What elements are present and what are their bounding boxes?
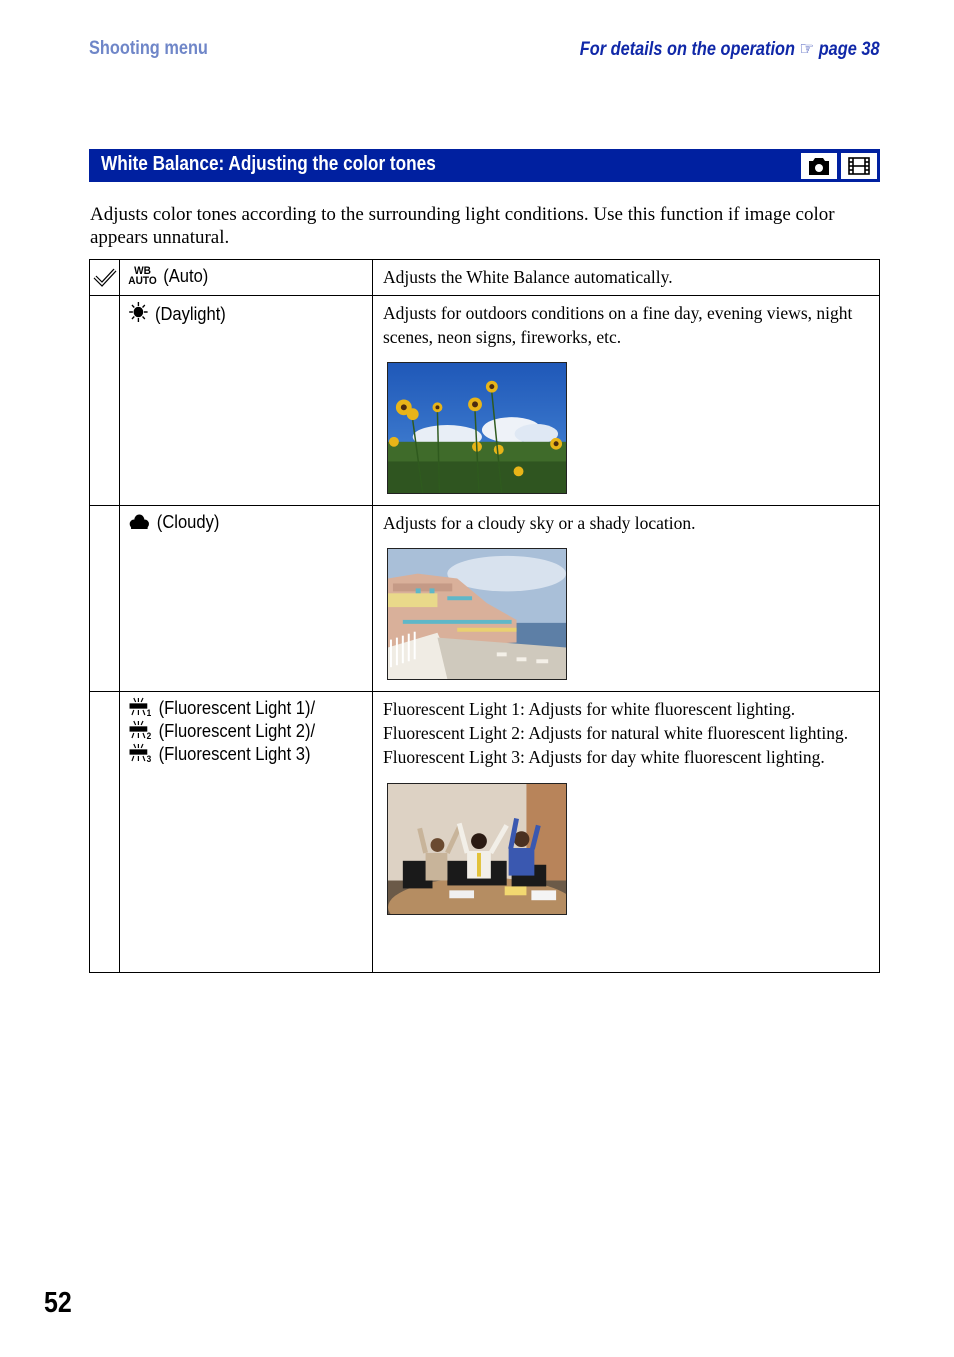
setting-description: Adjusts for a cloudy sky or a shady loca… — [383, 513, 696, 533]
crossref-text: For details on the operation — [580, 39, 796, 60]
setting-label: (Daylight) — [154, 304, 226, 324]
description-cell: Fluorescent Light 1: Adjusts for white f… — [372, 691, 880, 973]
section-banner: White Balance: Adjusting the color tones — [89, 149, 880, 182]
camera-still-mode-icon — [801, 153, 837, 179]
setting-label: (Auto) — [163, 266, 209, 286]
svg-text:1: 1 — [147, 708, 152, 717]
setting-label: (Fluorescent Light 3) — [158, 744, 311, 764]
setting-label: (Fluorescent Light 1)/ — [158, 698, 316, 718]
pointing-hand-icon: ☞ — [799, 39, 815, 60]
setting-description: Fluorescent Light 2: Adjusts for natural… — [383, 723, 849, 743]
sunflowers-photo — [387, 362, 567, 494]
setting-description: Fluorescent Light 1: Adjusts for white f… — [383, 699, 796, 719]
setting-description: Adjusts for outdoors conditions on a fin… — [383, 303, 853, 347]
checkmark-icon — [93, 268, 117, 287]
crossref-page: page 38 — [819, 39, 880, 60]
table-row: (Cloudy) Adjusts for a cloudy sky or a s… — [89, 505, 880, 692]
table-row: WB AUTO (Auto) Adjusts the White Balance… — [89, 259, 880, 296]
cloudy-icon — [129, 514, 149, 529]
fluorescent-3-icon: 3 — [129, 743, 152, 763]
setting-description: Adjusts the White Balance automatically. — [383, 267, 673, 287]
setting-description: Fluorescent Light 3: Adjusts for day whi… — [383, 747, 825, 767]
setting-cell: (Daylight) — [119, 295, 373, 506]
setting-label: (Fluorescent Light 2)/ — [158, 721, 316, 741]
svg-text:3: 3 — [147, 754, 152, 763]
section-title: Shooting menu — [89, 38, 208, 59]
description-cell: Adjusts the White Balance automatically. — [372, 259, 880, 296]
daylight-sun-icon — [129, 302, 148, 322]
white-balance-table: WB AUTO (Auto) Adjusts the White Balance… — [89, 259, 880, 973]
svg-text:2: 2 — [147, 731, 152, 740]
fluorescent-1-icon: 1 — [129, 697, 152, 717]
fluorescent-1-item: 1 (Fluorescent Light 1)/ — [128, 697, 352, 720]
seaside-hotel-photo — [387, 548, 567, 680]
wb-auto-icon: WB AUTO — [128, 265, 157, 287]
fluorescent-3-item: 3 (Fluorescent Light 3) — [128, 743, 352, 766]
page-number: 52 — [44, 1287, 72, 1319]
description-cell: Adjusts for outdoors conditions on a fin… — [372, 295, 880, 506]
movie-mode-icon — [841, 153, 877, 179]
table-row: (Daylight) Adjusts for outdoors conditio… — [89, 295, 880, 506]
fluorescent-2-icon: 2 — [129, 720, 152, 740]
default-marker-cell — [89, 259, 120, 296]
intro-paragraph: Adjusts color tones according to the sur… — [90, 204, 835, 248]
office-celebration-photo — [387, 783, 567, 915]
description-cell: Adjusts for a cloudy sky or a shady loca… — [372, 505, 880, 692]
table-row: 1 (Fluorescent Light 1)/ 2 (Fluorescent … — [89, 691, 880, 973]
setting-cell: 1 (Fluorescent Light 1)/ 2 (Fluorescent … — [119, 691, 373, 973]
fluorescent-2-item: 2 (Fluorescent Light 2)/ — [128, 720, 352, 743]
banner-title: White Balance: Adjusting the color tones — [101, 153, 436, 175]
setting-label: (Cloudy) — [156, 512, 220, 532]
setting-cell: (Cloudy) — [119, 505, 373, 692]
setting-cell: WB AUTO (Auto) — [119, 259, 373, 296]
crossref-link[interactable]: For details on the operation ☞ page 38 — [580, 38, 880, 61]
